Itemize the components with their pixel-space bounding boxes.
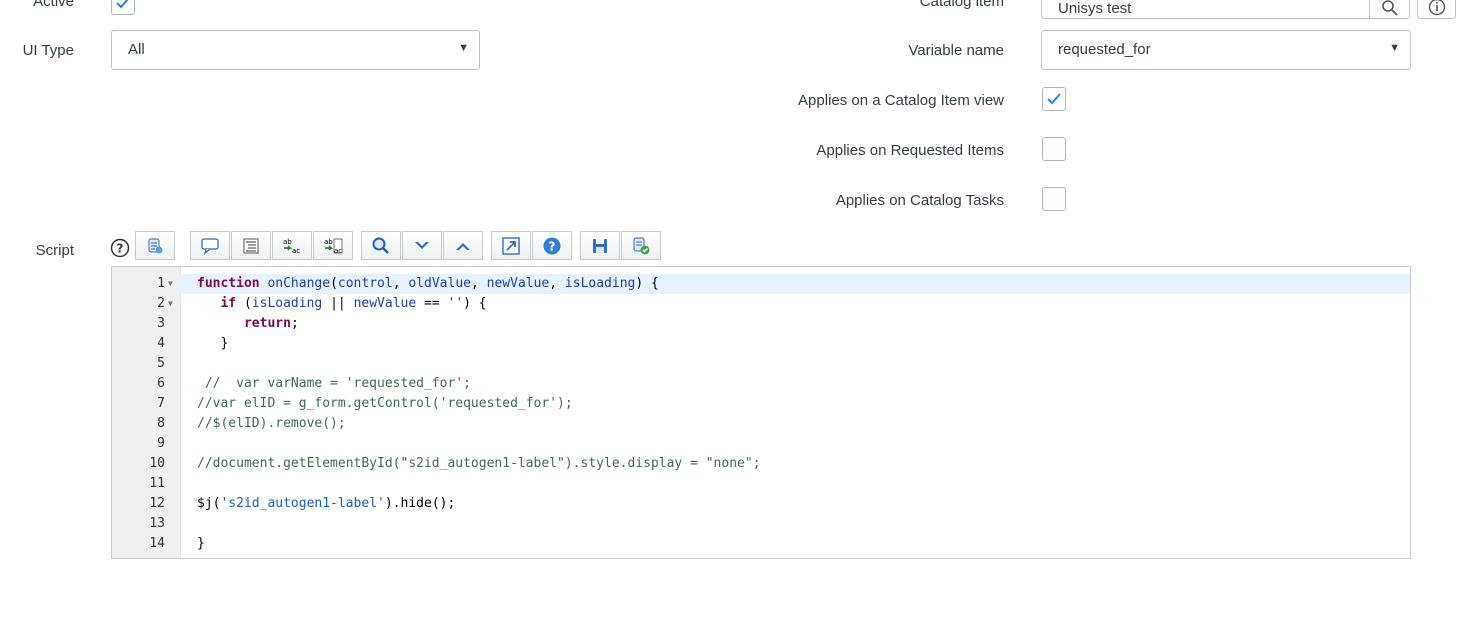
find-next-button[interactable] (402, 231, 442, 260)
script-debugger-icon (633, 237, 650, 254)
code-line[interactable]: 2 ▼ if (isLoading || newValue == '') { (112, 294, 1410, 314)
code-text: $j('s2id_autogen1-label').hide(); (197, 496, 456, 511)
save-icon (593, 238, 607, 253)
line-number: 5 (157, 356, 165, 371)
catalog-item-field[interactable]: Unisys test (1041, 0, 1371, 19)
catalog-item-label: Catalog item (919, 0, 1004, 10)
script-editor[interactable]: 1 ▼ function onChange(control, oldValue, n… (111, 266, 1411, 559)
fullscreen-button[interactable] (491, 231, 531, 260)
dropdown-arrow-icon: ▼ (458, 42, 469, 54)
replace-all-icon: abac (324, 238, 343, 255)
active-checkbox[interactable] (111, 0, 135, 15)
check-icon (116, 0, 129, 9)
code-line[interactable]: 3 return; (112, 314, 1410, 334)
save-button[interactable] (580, 231, 620, 260)
code-line[interactable]: 4 } (112, 334, 1410, 354)
svg-text:ac: ac (292, 247, 300, 255)
line-number: 3 (157, 316, 165, 331)
svg-text:?: ? (549, 239, 556, 253)
code-line[interactable]: 5 (112, 354, 1410, 374)
variable-name-label: Variable name (908, 42, 1004, 59)
replace-icon: abac (283, 238, 300, 255)
line-number: 4 (157, 336, 165, 351)
line-number: 9 (157, 436, 165, 451)
code-text: } (197, 336, 229, 351)
line-number: 1 (157, 276, 165, 291)
code-line[interactable]: 8 //$(elID).remove(); (112, 414, 1410, 434)
code-line[interactable]: 14} (112, 534, 1410, 554)
help-button[interactable]: ? (532, 231, 572, 260)
svg-text:ab: ab (283, 238, 292, 246)
replace-button[interactable]: ab ac (272, 231, 312, 260)
replace-all-button[interactable]: ab ac (313, 231, 353, 260)
code-line[interactable]: 1 ▼ function onChange(control, oldValue, n… (112, 274, 1410, 294)
dropdown-arrow-icon: ▼ (1389, 42, 1400, 54)
line-number: 11 (149, 476, 165, 491)
catalog-item-info-button[interactable] (1417, 0, 1456, 19)
code-line[interactable]: 7 //var elID = g_form.getControl('request… (112, 394, 1410, 414)
applies-catalog-tasks-checkbox[interactable] (1042, 187, 1066, 211)
search-button[interactable] (361, 231, 401, 260)
format-code-button[interactable] (231, 231, 271, 260)
svg-text:?: ? (117, 242, 124, 256)
code-line[interactable]: 13 (112, 514, 1410, 534)
comment-icon (201, 237, 219, 255)
applies-catalog-item-view-label: Applies on a Catalog Item view (798, 92, 1004, 109)
check-icon (1047, 93, 1061, 105)
ui-type-select[interactable]: All ▼ (111, 30, 480, 70)
code-text: //var elID = g_form.getControl('requeste… (197, 396, 573, 411)
line-number: 7 (157, 396, 165, 411)
code-line[interactable]: 12 $j('s2id_autogen1-label').hide(); (112, 494, 1410, 514)
applies-requested-items-checkbox[interactable] (1042, 137, 1066, 161)
svg-text:ac: ac (334, 247, 342, 255)
code-line[interactable]: 9 (112, 434, 1410, 454)
comment-button[interactable] (190, 231, 230, 260)
help-icon: ? (543, 237, 561, 254)
find-next-icon (415, 241, 429, 249)
line-number: 8 (157, 416, 165, 431)
toggle-syntax-editor-button[interactable] (135, 231, 175, 260)
line-number: 13 (149, 516, 165, 531)
toggle-syntax-editor-icon (148, 238, 163, 253)
fullscreen-icon (502, 236, 520, 255)
code-text: } (197, 536, 205, 551)
code-line[interactable]: 6 // var varName = 'requested_for'; (112, 374, 1410, 394)
code-text: // var varName = 'requested_for'; (197, 376, 471, 391)
catalog-item-value: Unisys test (1058, 0, 1132, 17)
code-text: function onChange(control, oldValue, new… (197, 276, 659, 291)
code-line[interactable]: 10 //document.getElementById("s2id_autoge… (112, 454, 1410, 474)
variable-name-select[interactable]: requested_for ▼ (1041, 30, 1411, 70)
search-icon (1382, 0, 1398, 16)
fold-arrow-icon[interactable]: ▼ (168, 274, 173, 294)
ui-type-value: All (128, 41, 145, 58)
fold-arrow-icon[interactable]: ▼ (168, 294, 173, 314)
code-text: if (isLoading || newValue == '') { (220, 296, 487, 311)
active-label: Active (33, 0, 74, 10)
line-number: 2 (157, 296, 165, 311)
code-text: return; (243, 316, 299, 331)
search-icon (372, 237, 389, 254)
code-line[interactable]: 11 (112, 474, 1410, 494)
info-icon (1428, 0, 1446, 16)
question-circle-icon[interactable]: ? (110, 238, 130, 262)
script-label: Script (35, 242, 74, 259)
find-previous-button[interactable] (443, 231, 483, 260)
code-text: //$(elID).remove(); (197, 416, 346, 431)
catalog-item-lookup-button[interactable] (1369, 0, 1410, 19)
line-number: 10 (149, 456, 165, 471)
applies-catalog-item-view-checkbox[interactable] (1042, 87, 1066, 111)
line-number: 12 (149, 496, 165, 511)
ui-type-label: UI Type (22, 42, 74, 59)
find-previous-icon (456, 242, 470, 250)
svg-text:ab: ab (324, 238, 333, 246)
applies-requested-items-label: Applies on Requested Items (816, 142, 1004, 159)
line-number: 14 (149, 536, 165, 551)
code-text: //document.getElementById("s2id_autogen1… (197, 456, 761, 471)
script-debugger-button[interactable] (621, 231, 661, 260)
applies-catalog-tasks-label: Applies on Catalog Tasks (835, 192, 1004, 209)
variable-name-value: requested_for (1058, 41, 1151, 58)
format-code-icon (243, 238, 259, 253)
line-number: 6 (157, 376, 165, 391)
